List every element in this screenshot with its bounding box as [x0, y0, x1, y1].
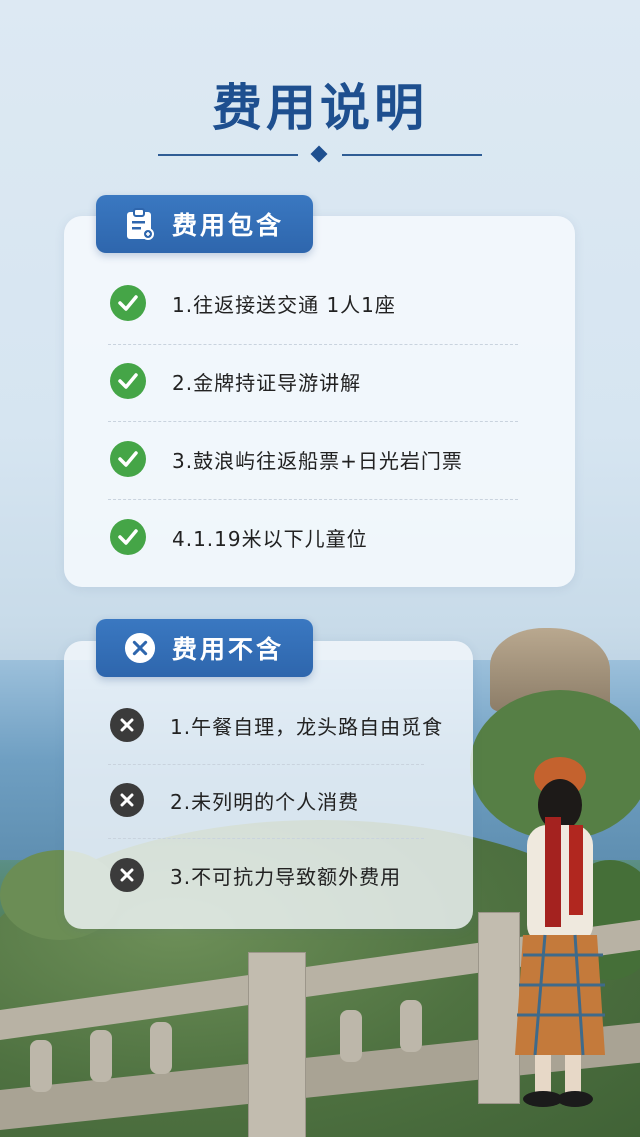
item-separator: [108, 344, 518, 345]
included-item-text: 1.往返接送交通 1人1座: [172, 292, 396, 317]
railing-post: [248, 952, 306, 1137]
person-figure: [515, 757, 605, 1107]
item-separator: [108, 421, 518, 422]
railing-baluster: [400, 1000, 422, 1052]
x-circle-icon: [110, 858, 144, 892]
excluded-item-text: 2.未列明的个人消费: [170, 789, 360, 814]
diamond-icon: [310, 145, 328, 163]
title-divider-left: [158, 154, 298, 156]
included-header: 费用包含: [96, 195, 313, 253]
railing-baluster: [340, 1010, 362, 1062]
included-item: 4.1.19米以下儿童位: [110, 517, 368, 557]
excluded-header: 费用不含: [96, 619, 313, 677]
x-circle-icon: [110, 783, 144, 817]
clipboard-icon: [124, 208, 156, 240]
railing-baluster: [150, 1022, 172, 1074]
included-item: 1.往返接送交通 1人1座: [110, 283, 396, 323]
item-separator: [108, 764, 424, 765]
check-circle-icon: [110, 441, 146, 477]
included-item-text: 3.鼓浪屿往返船票+日光岩门票: [172, 448, 463, 473]
excluded-item-text: 1.午餐自理，龙头路自由觅食: [170, 714, 444, 739]
excluded-item: 3.不可抗力导致额外费用: [110, 855, 401, 895]
title-divider-right: [342, 154, 482, 156]
page-title: 费用说明: [212, 79, 428, 137]
included-item-text: 4.1.19米以下儿童位: [172, 526, 368, 551]
check-circle-icon: [110, 519, 146, 555]
x-circle-icon: [110, 708, 144, 742]
included-item: 3.鼓浪屿往返船票+日光岩门票: [110, 439, 463, 479]
item-separator: [108, 499, 518, 500]
check-circle-icon: [110, 285, 146, 321]
railing-baluster: [30, 1040, 52, 1092]
excluded-item: 2.未列明的个人消费: [110, 780, 359, 820]
included-item-text: 2.金牌持证导游讲解: [172, 370, 362, 395]
x-circle-icon: [124, 632, 156, 664]
railing-baluster: [90, 1030, 112, 1082]
included-header-label: 费用包含: [172, 211, 285, 240]
item-separator: [108, 838, 424, 839]
poster: 费用说明 费用包含 1.往返接送交通 1人1座 2.金牌持证导游讲解 3.鼓浪屿…: [0, 0, 640, 1137]
check-circle-icon: [110, 363, 146, 399]
excluded-item: 1.午餐自理，龙头路自由觅食: [110, 705, 443, 745]
excluded-header-label: 费用不含: [172, 635, 285, 664]
included-item: 2.金牌持证导游讲解: [110, 361, 361, 401]
excluded-item-text: 3.不可抗力导致额外费用: [170, 864, 402, 889]
